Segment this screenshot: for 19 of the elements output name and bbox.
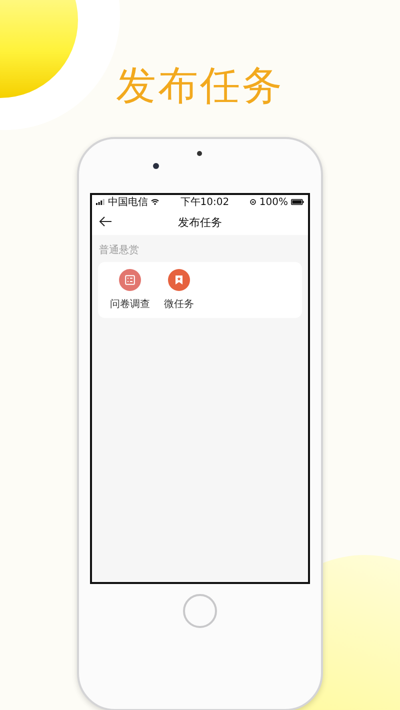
headline: 发布任务 bbox=[116, 62, 284, 110]
carrier-text: 中国电信 bbox=[108, 196, 148, 209]
icon-circle[interactable] bbox=[119, 269, 141, 291]
battery-icon bbox=[290, 199, 304, 205]
wifi-icon bbox=[151, 199, 159, 205]
icon-circle[interactable] bbox=[168, 269, 190, 291]
item-label[interactable]: 问卷调查 bbox=[110, 297, 150, 311]
list-icon bbox=[125, 275, 135, 285]
page-title: 发布任务 bbox=[178, 214, 222, 230]
battery-text: 100% bbox=[259, 196, 288, 208]
bookmark-star-icon bbox=[174, 275, 184, 285]
section-label: 普通悬赏 bbox=[98, 244, 140, 258]
signal-icon bbox=[96, 199, 105, 205]
time-text: 下午10:02 bbox=[180, 196, 230, 209]
camera-icon bbox=[153, 163, 159, 169]
back-icon[interactable] bbox=[99, 216, 112, 227]
speaker-icon bbox=[197, 151, 202, 156]
rotation-lock-icon bbox=[250, 199, 256, 205]
item-label[interactable]: 微任务 bbox=[164, 297, 194, 311]
